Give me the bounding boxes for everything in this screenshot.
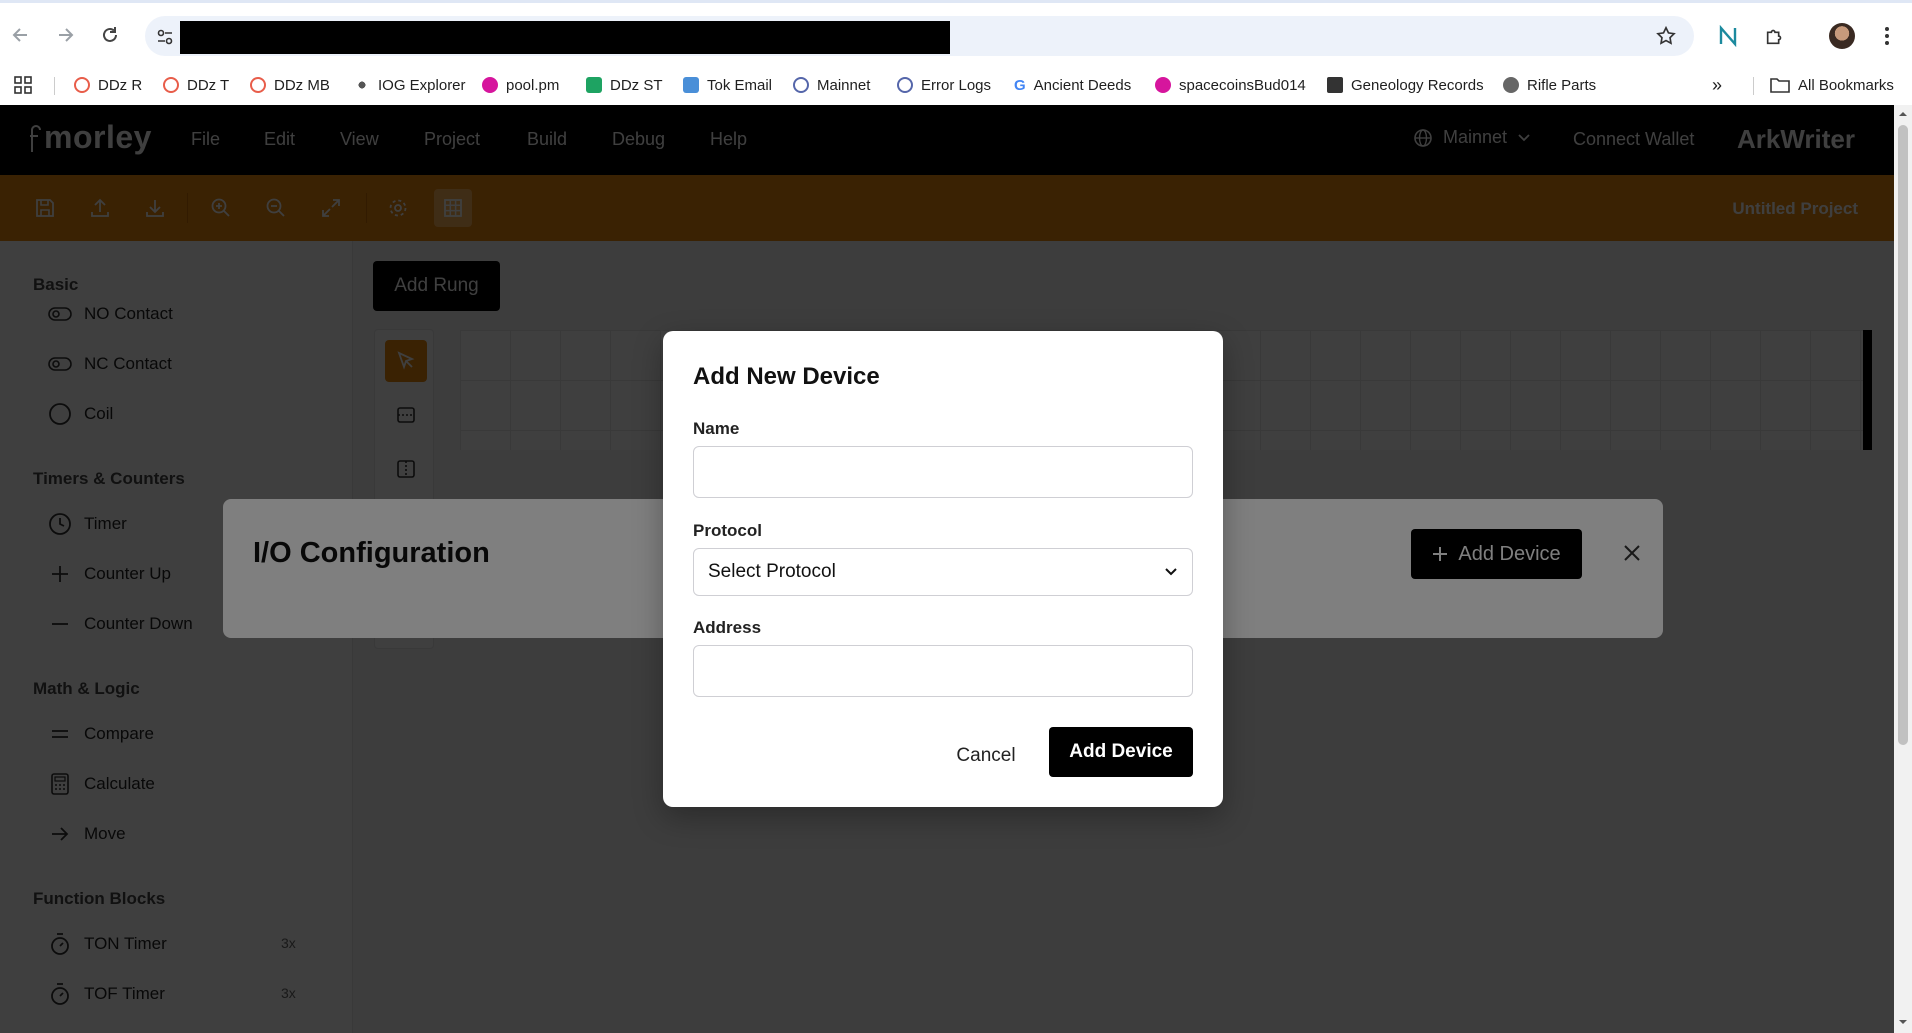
bookmark-divider bbox=[54, 77, 55, 95]
bookmark-divider bbox=[1753, 77, 1754, 95]
scrollbar-thumb[interactable] bbox=[1898, 125, 1908, 745]
bookmark[interactable]: DDz R bbox=[74, 73, 142, 97]
apps-grid-icon[interactable] bbox=[14, 73, 32, 97]
reload-button[interactable] bbox=[97, 22, 123, 48]
add-device-dialog: Add New Device Name Protocol Select Prot… bbox=[663, 331, 1223, 807]
bookmark-favicon-icon bbox=[1503, 77, 1519, 93]
bookmark-favicon-icon bbox=[897, 77, 913, 93]
scroll-up-icon[interactable] bbox=[1898, 109, 1908, 119]
bookmark-favicon-icon bbox=[586, 77, 602, 93]
bookmark[interactable]: Error Logs bbox=[897, 73, 991, 97]
bookmark[interactable]: Geneology Records bbox=[1327, 73, 1484, 97]
browser-menu-icon[interactable] bbox=[1872, 21, 1902, 51]
bookmark[interactable]: Rifle Parts bbox=[1503, 73, 1596, 97]
chevron-down-icon bbox=[1165, 568, 1177, 576]
profile-avatar[interactable] bbox=[1829, 23, 1855, 49]
all-bookmarks-button[interactable]: All Bookmarks bbox=[1770, 73, 1894, 97]
bookmark[interactable]: DDz T bbox=[163, 73, 229, 97]
bookmark[interactable]: Mainnet bbox=[793, 73, 870, 97]
bookmarks-bar: DDz R DDz T DDz MB IOG Explorer pool.pm … bbox=[0, 65, 1912, 105]
bookmark[interactable]: pool.pm bbox=[482, 73, 559, 97]
dialog-title: Add New Device bbox=[693, 363, 880, 390]
bookmark-favicon-icon bbox=[793, 77, 809, 93]
forward-button[interactable] bbox=[52, 22, 78, 48]
name-label: Name bbox=[693, 419, 740, 438]
folder-icon bbox=[1770, 78, 1790, 93]
cancel-button[interactable]: Cancel bbox=[941, 732, 1031, 780]
extension-n-icon[interactable] bbox=[1713, 21, 1743, 51]
more-bookmarks-icon[interactable]: » bbox=[1712, 73, 1722, 97]
url-redacted bbox=[180, 21, 950, 54]
back-button[interactable] bbox=[8, 22, 34, 48]
bookmark-favicon-icon bbox=[1327, 77, 1343, 93]
bookmark[interactable]: G Ancient Deeds bbox=[1014, 73, 1131, 97]
extensions-puzzle-icon[interactable] bbox=[1760, 21, 1790, 51]
bookmark[interactable]: DDz MB bbox=[250, 73, 330, 97]
arrow-left-icon bbox=[12, 28, 27, 42]
page-scrollbar[interactable] bbox=[1894, 105, 1912, 1033]
arrow-right-icon bbox=[59, 28, 74, 42]
bookmark-favicon-icon bbox=[1155, 77, 1171, 93]
google-icon: G bbox=[1014, 76, 1026, 94]
bookmark[interactable]: IOG Explorer bbox=[354, 73, 466, 97]
bookmark-star-icon[interactable] bbox=[1651, 21, 1681, 51]
bookmark[interactable]: Tok Email bbox=[683, 73, 772, 97]
reload-icon bbox=[103, 27, 117, 42]
device-name-input[interactable] bbox=[693, 446, 1193, 498]
bookmark-favicon-icon bbox=[74, 77, 90, 93]
protocol-select[interactable]: Select Protocol bbox=[693, 548, 1193, 596]
scroll-down-icon[interactable] bbox=[1898, 1017, 1908, 1027]
bookmark[interactable]: DDz ST bbox=[586, 73, 663, 97]
protocol-label: Protocol bbox=[693, 521, 762, 540]
bookmark-favicon-icon bbox=[683, 77, 699, 93]
bookmark-favicon-icon bbox=[482, 77, 498, 93]
bookmark-favicon-icon bbox=[163, 77, 179, 93]
device-address-input[interactable] bbox=[693, 645, 1193, 697]
address-label: Address bbox=[693, 618, 762, 637]
bookmark-favicon-icon bbox=[250, 77, 266, 93]
bookmark[interactable]: spacecoinsBud014 bbox=[1155, 73, 1306, 97]
bookmark-favicon-icon bbox=[354, 77, 370, 93]
add-device-submit-button[interactable]: Add Device bbox=[1049, 727, 1193, 777]
browser-toolbar bbox=[0, 3, 1912, 65]
site-info-icon[interactable] bbox=[152, 24, 178, 50]
